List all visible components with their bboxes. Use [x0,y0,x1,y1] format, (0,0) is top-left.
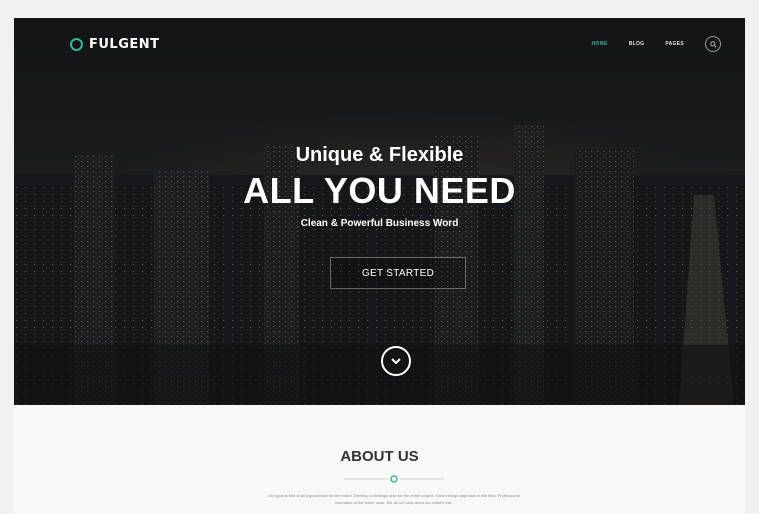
logo-ring-icon [70,37,83,51]
get-started-button[interactable]: GET STARTED [330,257,466,289]
about-title: ABOUT US [340,448,419,465]
brand-logo[interactable]: FULGENT [70,35,160,53]
about-description: Our goal is first of all a good base for… [124,492,664,506]
page-frame: FULGENT HOME BLOG PAGES Unique & Flexibl… [14,18,745,514]
nav-item-home[interactable]: HOME [592,41,608,47]
main-menu: HOME BLOG PAGES [592,34,721,54]
search-button[interactable] [705,36,721,52]
top-nav: FULGENT HOME BLOG PAGES [14,18,745,70]
about-text-line-1: Our goal is first of all a good base for… [268,493,520,498]
chevron-down-icon [391,358,401,365]
brand-name: FULGENT [89,36,160,52]
about-text-line-2: execution of the entire work. We do not … [335,500,453,505]
search-icon [709,40,717,48]
hero-section: FULGENT HOME BLOG PAGES Unique & Flexibl… [14,18,745,405]
nav-item-blog[interactable]: BLOG [629,41,645,47]
nav-item-pages[interactable]: PAGES [665,41,684,47]
hero-content: Unique & Flexible ALL YOU NEED Clean & P… [14,143,745,231]
hero-title: ALL YOU NEED [243,170,516,211]
hero-tagline: Clean & Powerful Business Word [300,218,459,229]
scroll-down-button[interactable] [381,346,411,376]
hero-subtitle: Unique & Flexible [295,144,464,166]
about-section: ABOUT US Our goal is first of all a good… [14,405,745,514]
section-divider [344,475,444,483]
